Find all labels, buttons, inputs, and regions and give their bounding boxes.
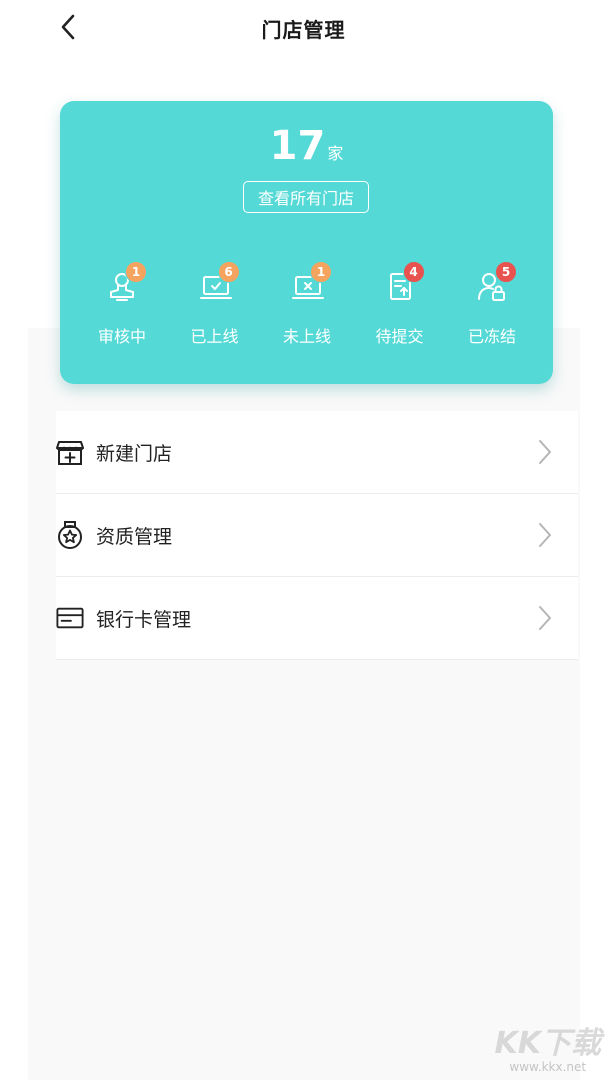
store-count-unit: 家 (327, 144, 344, 163)
status-badge: 5 (495, 261, 517, 283)
page-title: 门店管理 (261, 17, 346, 42)
top-nav-bar: 门店管理 (0, 0, 607, 56)
chevron-right-icon (539, 440, 551, 464)
status-item-frozen[interactable]: 5 已冻结 (446, 261, 538, 347)
menu-item-label: 新建门店 (96, 442, 173, 465)
status-item-reviewing[interactable]: 1 审核中 (76, 261, 168, 347)
status-label: 已上线 (190, 327, 239, 346)
store-summary-card: 17 家 查看所有门店 1 审核中 6 已上线 1 未上线 4 待提交 5 已冻… (60, 101, 553, 384)
status-badge: 6 (217, 261, 240, 283)
status-item-pending-submit[interactable]: 4 待提交 (354, 261, 446, 347)
store-count-number: 17 (269, 123, 326, 169)
status-label: 已冻结 (467, 327, 516, 346)
status-item-offline[interactable]: 1 未上线 (261, 261, 353, 347)
view-all-stores-button[interactable]: 查看所有门店 (243, 181, 369, 213)
status-badge: 1 (125, 261, 147, 283)
menu-item-new-store[interactable]: 新建门店 (56, 411, 578, 494)
store-count: 17 家 (60, 123, 553, 169)
status-label: 审核中 (97, 327, 146, 346)
chevron-right-icon (539, 523, 551, 547)
watermark-logo: KK下载 (494, 1026, 602, 1061)
menu-item-label: 资质管理 (96, 525, 173, 548)
menu-item-bank-card[interactable]: 银行卡管理 (56, 577, 578, 660)
watermark-url: www.kkx.net (509, 1060, 587, 1074)
store-menu: 新建门店 资质管理 银行卡管理 (56, 411, 578, 660)
menu-item-qualification[interactable]: 资质管理 (56, 494, 578, 577)
store-plus-icon (56, 438, 84, 466)
status-item-online[interactable]: 6 已上线 (169, 261, 261, 347)
back-button[interactable] (54, 10, 82, 44)
watermark: KK下载 www.kkx.net (495, 1018, 602, 1074)
status-badge: 4 (402, 261, 425, 283)
status-label: 未上线 (282, 327, 331, 346)
status-label: 待提交 (375, 327, 424, 346)
chevron-right-icon (539, 606, 551, 630)
menu-item-label: 银行卡管理 (96, 608, 192, 631)
medal-star-icon (56, 521, 84, 549)
status-badge: 1 (310, 261, 332, 283)
status-row: 1 审核中 6 已上线 1 未上线 4 待提交 5 已冻结 (76, 261, 538, 347)
chevron-left-icon (61, 14, 75, 40)
bank-card-icon (56, 604, 84, 632)
